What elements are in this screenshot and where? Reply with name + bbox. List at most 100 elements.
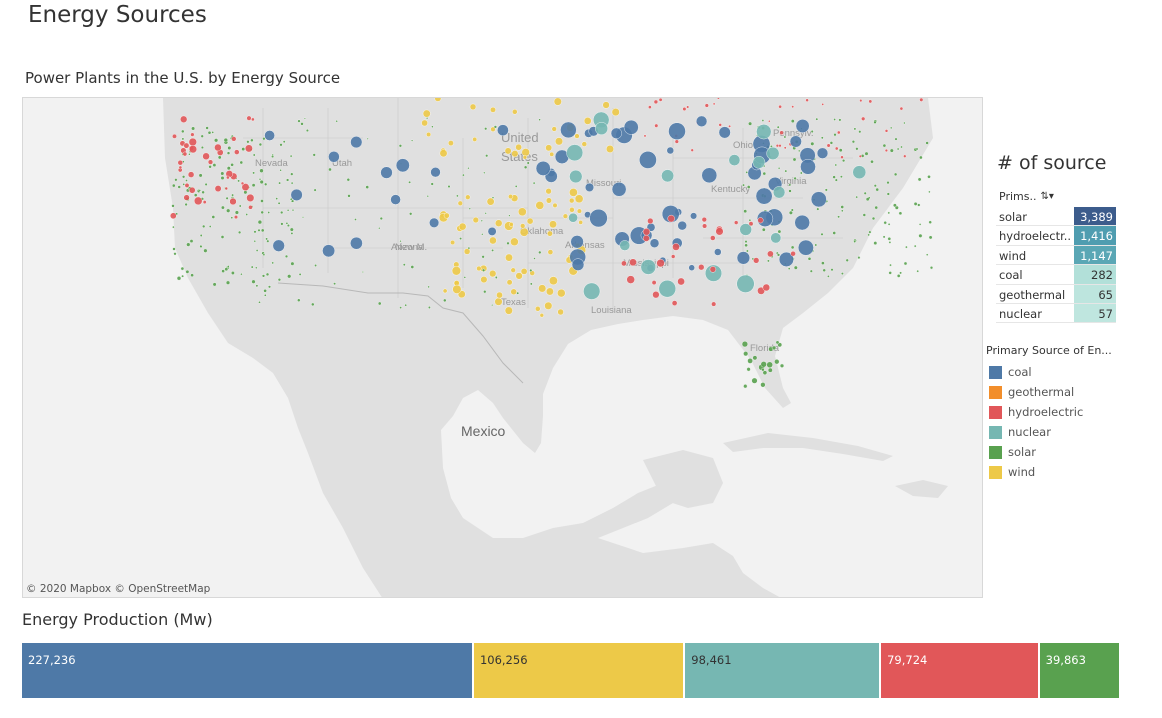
plant-marker-hydroelectric[interactable] [626,275,635,284]
plant-marker-solar[interactable] [893,203,897,208]
plant-marker-hydroelectric[interactable] [826,143,831,148]
plant-marker-solar[interactable] [493,125,497,129]
plant-marker-nuclear[interactable] [736,274,755,293]
plant-marker-solar[interactable] [186,242,191,247]
plant-marker-coal[interactable] [688,264,695,271]
plant-marker-solar[interactable] [212,282,217,287]
plant-marker-solar[interactable] [787,267,791,270]
plant-marker-solar[interactable] [814,243,818,247]
plant-marker-solar[interactable] [855,195,859,199]
plant-marker-coal[interactable] [690,212,698,220]
plant-marker-wind[interactable] [569,197,575,204]
plant-marker-coal[interactable] [350,236,363,250]
plant-marker-solar[interactable] [807,256,812,261]
plant-marker-solar[interactable] [335,120,338,123]
plant-marker-nuclear[interactable] [728,154,741,166]
energy-source-legend[interactable]: coal geothermal hydroelectric nuclear solar w… [989,362,1083,482]
plant-marker-solar[interactable] [220,171,225,176]
plant-marker-wind[interactable] [547,230,553,237]
plant-marker-nuclear[interactable] [566,144,584,162]
plant-marker-solar[interactable] [408,180,411,184]
plant-marker-solar[interactable] [523,165,528,170]
plant-marker-wind[interactable] [517,207,527,217]
plant-marker-solar[interactable] [221,269,225,273]
plant-marker-solar[interactable] [214,138,219,143]
plant-marker-wind[interactable] [583,117,592,125]
plant-marker-solar[interactable] [399,306,402,309]
plant-marker-hydroelectric[interactable] [654,123,659,128]
plant-marker-solar[interactable] [286,209,290,212]
plant-marker-solar[interactable] [354,218,357,221]
plant-marker-solar[interactable] [538,118,541,121]
plant-marker-solar[interactable] [482,268,486,272]
plant-marker-solar[interactable] [824,188,828,192]
plant-marker-hydroelectric[interactable] [248,205,253,210]
plant-marker-coal[interactable] [714,248,722,256]
plant-marker-coal[interactable] [800,159,816,175]
plant-marker-solar[interactable] [887,211,891,215]
plant-marker-solar[interactable] [443,298,447,303]
plant-marker-solar[interactable] [929,266,934,270]
plant-marker-wind[interactable] [486,197,495,206]
plant-marker-wind[interactable] [451,266,462,276]
plant-marker-coal[interactable] [798,239,814,256]
plant-marker-solar[interactable] [484,127,488,131]
plant-marker-solar[interactable] [282,140,286,144]
plant-marker-solar[interactable] [184,202,188,207]
plant-marker-hydroelectric[interactable] [709,266,717,273]
plant-marker-solar[interactable] [430,182,434,186]
plant-marker-solar[interactable] [201,190,205,195]
plant-marker-solar[interactable] [788,183,792,187]
plant-marker-wind[interactable] [457,200,463,206]
plant-marker-solar[interactable] [255,284,259,288]
plant-marker-hydroelectric[interactable] [178,165,183,170]
plant-marker-solar[interactable] [191,126,196,131]
plant-marker-solar[interactable] [480,219,483,222]
plant-marker-solar[interactable] [793,176,797,180]
plant-marker-solar[interactable] [346,177,350,182]
plant-marker-hydroelectric[interactable] [667,214,675,223]
plant-marker-solar[interactable] [886,192,890,196]
plant-marker-solar[interactable] [838,148,843,153]
plant-marker-solar[interactable] [189,239,194,244]
plant-marker-hydroelectric[interactable] [778,104,782,109]
plant-marker-solar[interactable] [261,274,266,278]
plant-marker-solar[interactable] [311,302,315,307]
plant-marker-coal[interactable] [272,239,285,252]
plant-marker-solar[interactable] [224,267,229,272]
plant-marker-solar[interactable] [203,248,208,253]
plant-marker-hydroelectric[interactable] [728,124,731,128]
plant-marker-solar[interactable] [761,227,766,232]
plant-marker-solar[interactable] [903,121,906,125]
plant-marker-solar[interactable] [821,261,825,265]
plant-marker-wind[interactable] [496,291,503,299]
plant-marker-solar[interactable] [411,139,414,142]
plant-marker-wind[interactable] [422,109,431,118]
plant-marker-coal[interactable] [589,208,608,228]
plant-marker-solar[interactable] [431,125,434,128]
plant-marker-hydroelectric[interactable] [251,117,255,122]
count-row-nuclear[interactable]: nuclear 57 [996,303,1116,324]
legend-item-nuclear[interactable]: nuclear [989,422,1083,442]
plant-marker-hydroelectric[interactable] [682,106,687,111]
plant-marker-coal[interactable] [755,187,773,205]
plant-marker-solar[interactable] [483,290,487,294]
legend-item-coal[interactable]: coal [989,362,1083,382]
plant-marker-solar[interactable] [481,255,485,259]
plant-marker-wind[interactable] [443,212,450,219]
plant-marker-solar[interactable] [251,279,256,284]
plant-marker-solar[interactable] [890,126,893,130]
plant-marker-solar[interactable] [788,210,793,215]
plant-marker-coal[interactable] [570,235,584,249]
plant-marker-solar[interactable] [917,177,922,182]
plant-marker-solar[interactable] [917,203,921,207]
sort-descending-icon[interactable]: ⇅▾ [1040,191,1053,202]
plant-marker-coal[interactable] [290,188,303,201]
plant-marker-solar[interactable] [841,209,844,213]
plant-marker-solar[interactable] [809,269,813,273]
plant-marker-solar[interactable] [830,268,834,272]
plant-marker-hydroelectric[interactable] [202,152,210,160]
count-row-coal[interactable]: coal 282 [996,265,1116,285]
plant-marker-nuclear[interactable] [772,186,786,199]
legend-item-geothermal[interactable]: geothermal [989,382,1083,402]
